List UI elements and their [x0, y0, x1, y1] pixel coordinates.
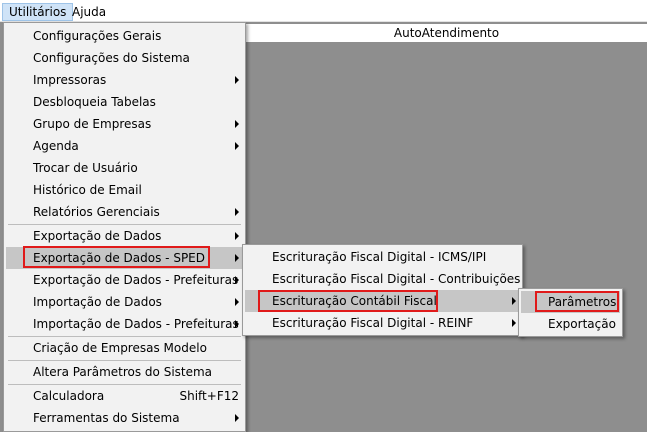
menu-item-calculadora[interactable]: Calculadora Shift+F12 — [6, 385, 243, 407]
menu-item-desbloqueia-tabelas[interactable]: Desbloqueia Tabelas — [6, 91, 243, 113]
menu-item-configuracoes-sistema[interactable]: Configurações do Sistema — [6, 47, 243, 69]
menu-item-historico-email[interactable]: Histórico de Email — [6, 179, 243, 201]
menu-item-label: Exportação — [548, 317, 616, 331]
menu-item-criacao-empresas-modelo[interactable]: Criação de Empresas Modelo — [6, 337, 243, 359]
submenu-arrow-icon — [235, 298, 239, 306]
menu-utilitarios[interactable]: Utilitários — [2, 3, 74, 21]
menu-item-label: Agenda — [33, 139, 79, 153]
menu-item-label: Ferramentas do Sistema — [33, 411, 180, 425]
menu-item-importacao-prefeituras[interactable]: Importação de Dados - Prefeituras — [6, 313, 243, 335]
menu-item-exportacao[interactable]: Exportação — [521, 313, 620, 335]
menu-item-ecf[interactable]: Escrituração Contábil Fiscal — [245, 290, 520, 312]
menu-item-label: Histórico de Email — [33, 183, 142, 197]
menu-item-exportacao-prefeituras[interactable]: Exportação de Dados - Prefeituras — [6, 269, 243, 291]
submenu-arrow-icon — [235, 414, 239, 422]
submenu-arrow-icon — [235, 142, 239, 150]
menu-item-label: Importação de Dados - Prefeituras — [33, 317, 239, 331]
menubar: Utilitários Ajuda — [0, 0, 647, 22]
shortcut-label: Shift+F12 — [179, 389, 239, 403]
menu-item-agenda[interactable]: Agenda — [6, 135, 243, 157]
menu-item-efd-contribuicoes[interactable]: Escrituração Fiscal Digital - Contribuiç… — [245, 268, 520, 290]
menu-item-efd-icms-ipi[interactable]: Escrituração Fiscal Digital - ICMS/IPI — [245, 246, 520, 268]
menu-item-ferramentas-sistema[interactable]: Ferramentas do Sistema — [6, 407, 243, 429]
menu-item-impressoras[interactable]: Impressoras — [6, 69, 243, 91]
submenu-arrow-icon — [235, 208, 239, 216]
menu-item-label: Exportação de Dados — [33, 229, 162, 243]
submenu-arrow-icon — [235, 254, 239, 262]
sped-submenu: Escrituração Fiscal Digital - ICMS/IPI E… — [242, 244, 523, 336]
menu-item-label: Relatórios Gerenciais — [33, 205, 160, 219]
menu-item-label: Criação de Empresas Modelo — [33, 341, 207, 355]
menu-item-label: Exportação de Dados - SPED — [33, 251, 205, 265]
ecf-submenu: Parâmetros Exportação — [518, 288, 623, 337]
menu-item-label: Escrituração Fiscal Digital - Contribuiç… — [272, 272, 521, 286]
menu-item-label: Parâmetros — [548, 295, 617, 309]
menu-item-label: Calculadora — [33, 389, 105, 403]
menu-ajuda[interactable]: Ajuda — [66, 3, 112, 21]
menu-item-label: Escrituração Fiscal Digital - REINF — [272, 316, 474, 330]
menu-item-label: Altera Parâmetros do Sistema — [33, 365, 213, 379]
submenu-arrow-icon — [235, 320, 239, 328]
window-title: AutoAtendimento — [246, 24, 647, 42]
menu-item-label: Configurações Gerais — [33, 29, 162, 43]
submenu-arrow-icon — [512, 319, 516, 327]
menu-item-trocar-usuario[interactable]: Trocar de Usuário — [6, 157, 243, 179]
menu-item-label: Grupo de Empresas — [33, 117, 152, 131]
submenu-arrow-icon — [235, 276, 239, 284]
menu-item-parametros[interactable]: Parâmetros — [521, 291, 620, 313]
menu-item-grupo-empresas[interactable]: Grupo de Empresas — [6, 113, 243, 135]
menu-item-relatorios-gerenciais[interactable]: Relatórios Gerenciais — [6, 201, 243, 223]
submenu-arrow-icon — [512, 297, 516, 305]
menu-item-label: Configurações do Sistema — [33, 51, 190, 65]
menu-item-importacao-dados[interactable]: Importação de Dados — [6, 291, 243, 313]
menu-item-label: Impressoras — [33, 73, 107, 87]
menu-item-label: Trocar de Usuário — [33, 161, 138, 175]
menu-item-label: Escrituração Contábil Fiscal — [272, 294, 437, 308]
menu-item-configuracoes-gerais[interactable]: Configurações Gerais — [6, 25, 243, 47]
menu-item-label: Importação de Dados — [33, 295, 162, 309]
submenu-arrow-icon — [235, 232, 239, 240]
utilitarios-menu: Configurações Gerais Configurações do Si… — [3, 22, 246, 432]
menu-item-altera-parametros[interactable]: Altera Parâmetros do Sistema — [6, 361, 243, 383]
submenu-arrow-icon — [235, 76, 239, 84]
submenu-arrow-icon — [235, 120, 239, 128]
menu-item-exportacao-sped[interactable]: Exportação de Dados - SPED — [6, 247, 243, 269]
menu-item-efd-reinf[interactable]: Escrituração Fiscal Digital - REINF — [245, 312, 520, 334]
menu-item-label: Desbloqueia Tabelas — [33, 95, 156, 109]
menu-item-label: Escrituração Fiscal Digital - ICMS/IPI — [272, 250, 487, 264]
menu-item-label: Exportação de Dados - Prefeituras — [33, 273, 239, 287]
menu-item-exportacao-dados[interactable]: Exportação de Dados — [6, 225, 243, 247]
